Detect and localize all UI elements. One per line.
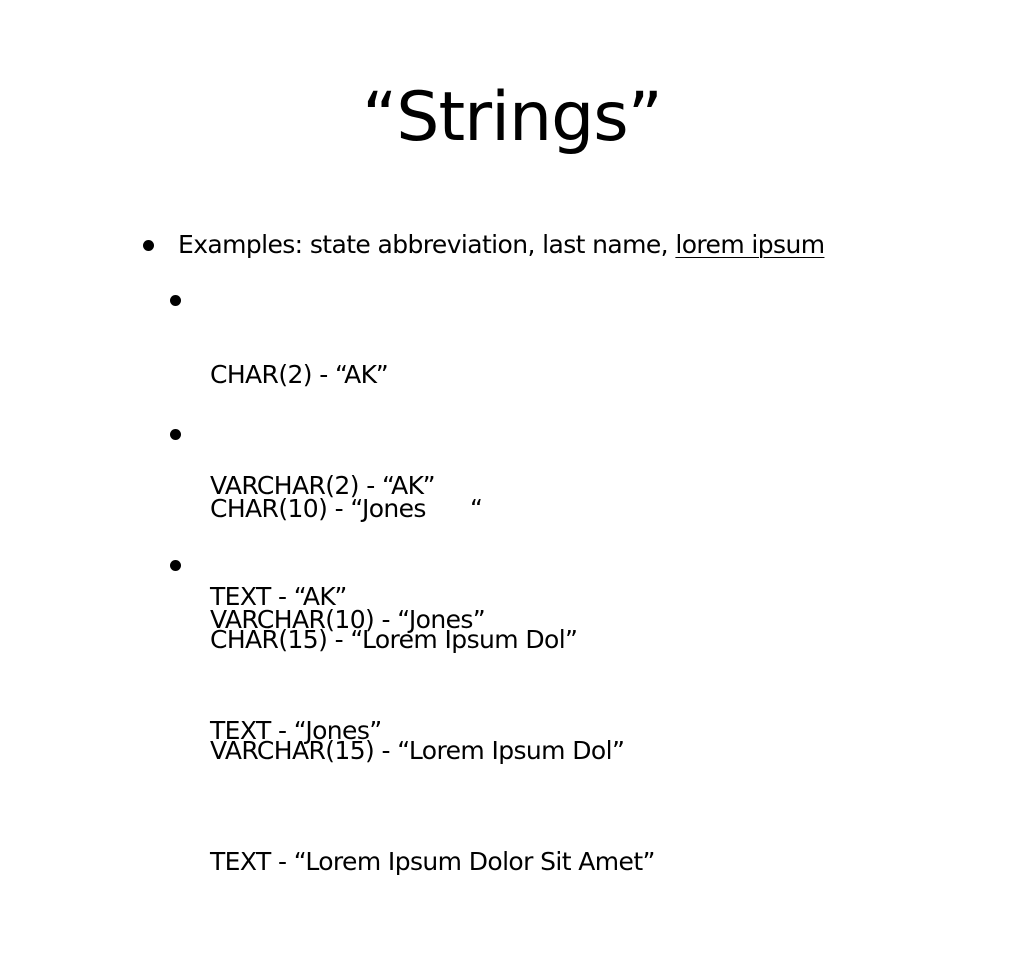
main-bullet: Examples: state abbreviation, last name,… [143, 226, 825, 264]
bullet-icon [170, 295, 181, 306]
slide-title: “Strings” [362, 78, 663, 157]
sub-bullet-lines: CHAR(15) - “Lorem Ipsum Dol” VARCHAR(15)… [210, 547, 656, 954]
bullet-icon [170, 429, 181, 440]
sub-bullet-line: VARCHAR(15) - “Lorem Ipsum Dol” [210, 736, 625, 765]
sub-bullet-char-15: CHAR(15) - “Lorem Ipsum Dol” VARCHAR(15)… [170, 547, 656, 954]
sub-bullet-line: CHAR(2) - “AK” [210, 360, 389, 389]
main-bullet-underlined-text: lorem ipsum [675, 230, 825, 259]
slide: “Strings” Examples: state abbreviation, … [0, 0, 1024, 876]
main-bullet-text: Examples: state abbreviation, last name,… [178, 226, 825, 264]
sub-bullet-line: CHAR(10) - “Jones “ [210, 494, 483, 523]
sub-bullet-line: TEXT - “Lorem Ipsum Dolor Sit Amet” [210, 847, 656, 876]
bullet-icon [143, 240, 154, 251]
bullet-icon [170, 560, 181, 571]
main-bullet-prefix: Examples: state abbreviation, last name, [178, 230, 676, 259]
sub-bullet-line: CHAR(15) - “Lorem Ipsum Dol” [210, 625, 578, 654]
